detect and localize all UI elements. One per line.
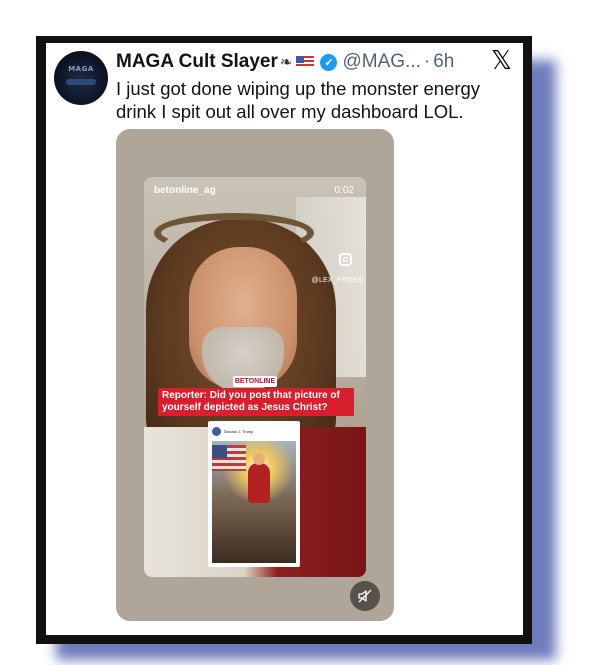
author-handle[interactable]: @MAG...	[342, 51, 420, 73]
inset-flag	[212, 445, 246, 471]
video-player[interactable]: betonline_ag 0:02 @LEX_FROES BETONLINE R…	[144, 177, 366, 577]
inset-post: Donald J. Trump	[208, 421, 300, 567]
separator-dot: ·	[423, 51, 431, 72]
inset-header: Donald J. Trump	[212, 425, 253, 437]
tweet-text: I just got done wiping up the monster en…	[116, 78, 481, 122]
media-container[interactable]: betonline_ag 0:02 @LEX_FROES BETONLINE R…	[116, 129, 394, 621]
video-watermark: @LEX_FROES	[311, 277, 362, 284]
avatar-art	[66, 79, 96, 85]
tweet-header: MAGA Cult Slayer ❧ ✓ @MAG... · 6h	[116, 49, 454, 75]
inset-author: Donald J. Trump	[224, 428, 254, 434]
verified-badge-icon: ✓	[320, 53, 338, 71]
author-name[interactable]: MAGA Cult Slayer	[116, 51, 278, 73]
avatar[interactable]: MAGA	[54, 51, 108, 105]
mute-button[interactable]	[350, 581, 380, 611]
us-flag-emoji-icon	[296, 56, 315, 68]
video-caption: Reporter: Did you post that picture of y…	[158, 388, 354, 416]
video-username: betonline_ag	[154, 185, 216, 196]
video-duration: 0:02	[334, 185, 354, 196]
inset-painting	[212, 441, 296, 563]
inset-figure	[248, 453, 270, 503]
speaker-muted-icon	[358, 589, 372, 603]
tweet-card[interactable]: MAGA MAGA Cult Slayer ❧ ✓ @MAG... · 6h 𝕏…	[46, 43, 523, 635]
crown-of-thorns	[154, 213, 314, 253]
timestamp[interactable]: 6h	[433, 51, 454, 73]
brand-logo: BETONLINE	[233, 376, 277, 387]
inset-avatar	[212, 426, 221, 436]
eagle-emoji-icon: ❧	[279, 54, 293, 71]
instagram-icon	[339, 253, 352, 266]
avatar-text: MAGA	[68, 65, 94, 73]
x-logo-icon: 𝕏	[491, 46, 512, 76]
